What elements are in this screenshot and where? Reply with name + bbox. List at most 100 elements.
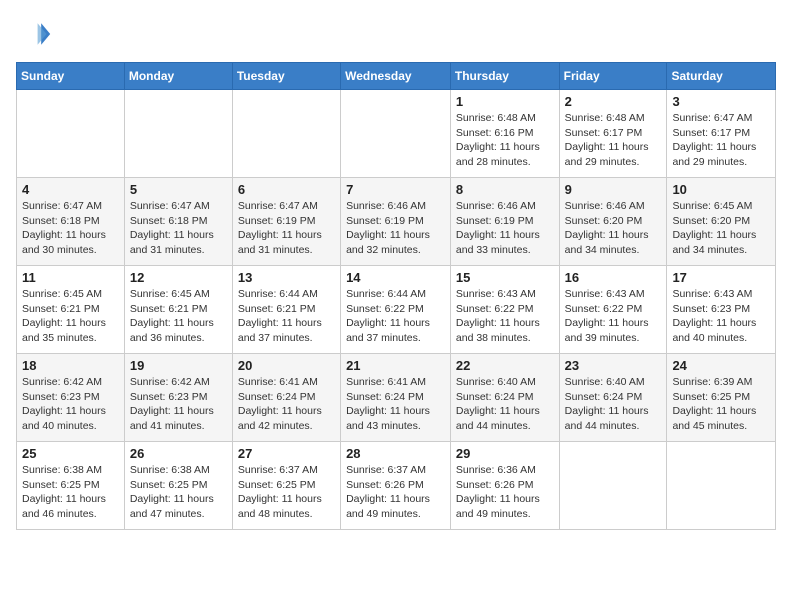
logo-icon bbox=[16, 16, 52, 52]
day-info: Sunrise: 6:45 AM Sunset: 6:21 PM Dayligh… bbox=[22, 287, 119, 346]
day-info: Sunrise: 6:46 AM Sunset: 6:20 PM Dayligh… bbox=[565, 199, 662, 258]
calendar-cell: 29 Sunrise: 6:36 AM Sunset: 6:26 PM Dayli… bbox=[450, 442, 559, 530]
weekday-header: Saturday bbox=[667, 63, 776, 90]
day-info: Sunrise: 6:45 AM Sunset: 6:21 PM Dayligh… bbox=[130, 287, 227, 346]
day-info: Sunrise: 6:37 AM Sunset: 6:25 PM Dayligh… bbox=[238, 463, 335, 522]
day-number: 29 bbox=[456, 446, 554, 461]
calendar-cell: 25 Sunrise: 6:38 AM Sunset: 6:25 PM Dayli… bbox=[17, 442, 125, 530]
calendar-cell: 23 Sunrise: 6:40 AM Sunset: 6:24 PM Dayli… bbox=[559, 354, 667, 442]
calendar-cell: 10 Sunrise: 6:45 AM Sunset: 6:20 PM Dayli… bbox=[667, 178, 776, 266]
day-number: 14 bbox=[346, 270, 445, 285]
calendar-table: SundayMondayTuesdayWednesdayThursdayFrid… bbox=[16, 62, 776, 530]
day-info: Sunrise: 6:46 AM Sunset: 6:19 PM Dayligh… bbox=[456, 199, 554, 258]
day-info: Sunrise: 6:42 AM Sunset: 6:23 PM Dayligh… bbox=[22, 375, 119, 434]
calendar-cell bbox=[559, 442, 667, 530]
calendar-cell: 6 Sunrise: 6:47 AM Sunset: 6:19 PM Daylig… bbox=[232, 178, 340, 266]
day-info: Sunrise: 6:38 AM Sunset: 6:25 PM Dayligh… bbox=[22, 463, 119, 522]
calendar-cell: 11 Sunrise: 6:45 AM Sunset: 6:21 PM Dayli… bbox=[17, 266, 125, 354]
day-number: 26 bbox=[130, 446, 227, 461]
logo bbox=[16, 16, 56, 52]
day-number: 16 bbox=[565, 270, 662, 285]
calendar-cell: 21 Sunrise: 6:41 AM Sunset: 6:24 PM Dayli… bbox=[341, 354, 451, 442]
day-info: Sunrise: 6:47 AM Sunset: 6:17 PM Dayligh… bbox=[672, 111, 770, 170]
day-number: 10 bbox=[672, 182, 770, 197]
day-info: Sunrise: 6:47 AM Sunset: 6:19 PM Dayligh… bbox=[238, 199, 335, 258]
day-info: Sunrise: 6:47 AM Sunset: 6:18 PM Dayligh… bbox=[130, 199, 227, 258]
day-info: Sunrise: 6:44 AM Sunset: 6:22 PM Dayligh… bbox=[346, 287, 445, 346]
day-info: Sunrise: 6:40 AM Sunset: 6:24 PM Dayligh… bbox=[565, 375, 662, 434]
calendar-week-row: 4 Sunrise: 6:47 AM Sunset: 6:18 PM Daylig… bbox=[17, 178, 776, 266]
day-number: 3 bbox=[672, 94, 770, 109]
day-number: 20 bbox=[238, 358, 335, 373]
page-header bbox=[16, 16, 776, 52]
day-number: 11 bbox=[22, 270, 119, 285]
day-number: 27 bbox=[238, 446, 335, 461]
calendar-cell: 22 Sunrise: 6:40 AM Sunset: 6:24 PM Dayli… bbox=[450, 354, 559, 442]
calendar-cell: 15 Sunrise: 6:43 AM Sunset: 6:22 PM Dayli… bbox=[450, 266, 559, 354]
day-number: 13 bbox=[238, 270, 335, 285]
day-info: Sunrise: 6:42 AM Sunset: 6:23 PM Dayligh… bbox=[130, 375, 227, 434]
day-info: Sunrise: 6:40 AM Sunset: 6:24 PM Dayligh… bbox=[456, 375, 554, 434]
weekday-header: Thursday bbox=[450, 63, 559, 90]
day-info: Sunrise: 6:46 AM Sunset: 6:19 PM Dayligh… bbox=[346, 199, 445, 258]
day-number: 9 bbox=[565, 182, 662, 197]
day-number: 24 bbox=[672, 358, 770, 373]
calendar-cell: 19 Sunrise: 6:42 AM Sunset: 6:23 PM Dayli… bbox=[124, 354, 232, 442]
day-number: 22 bbox=[456, 358, 554, 373]
weekday-header: Friday bbox=[559, 63, 667, 90]
day-info: Sunrise: 6:44 AM Sunset: 6:21 PM Dayligh… bbox=[238, 287, 335, 346]
day-number: 23 bbox=[565, 358, 662, 373]
day-number: 17 bbox=[672, 270, 770, 285]
calendar-week-row: 1Sunrise: 6:48 AM Sunset: 6:16 PM Daylig… bbox=[17, 90, 776, 178]
day-info: Sunrise: 6:47 AM Sunset: 6:18 PM Dayligh… bbox=[22, 199, 119, 258]
calendar-cell: 16 Sunrise: 6:43 AM Sunset: 6:22 PM Dayli… bbox=[559, 266, 667, 354]
calendar-cell: 1Sunrise: 6:48 AM Sunset: 6:16 PM Daylig… bbox=[450, 90, 559, 178]
day-info: Sunrise: 6:41 AM Sunset: 6:24 PM Dayligh… bbox=[238, 375, 335, 434]
day-info: Sunrise: 6:48 AM Sunset: 6:16 PM Dayligh… bbox=[456, 111, 554, 170]
calendar-cell: 13 Sunrise: 6:44 AM Sunset: 6:21 PM Dayli… bbox=[232, 266, 340, 354]
calendar-cell: 3 Sunrise: 6:47 AM Sunset: 6:17 PM Daylig… bbox=[667, 90, 776, 178]
calendar-cell bbox=[124, 90, 232, 178]
calendar-cell: 4 Sunrise: 6:47 AM Sunset: 6:18 PM Daylig… bbox=[17, 178, 125, 266]
calendar-cell bbox=[667, 442, 776, 530]
day-number: 19 bbox=[130, 358, 227, 373]
calendar-week-row: 18 Sunrise: 6:42 AM Sunset: 6:23 PM Dayli… bbox=[17, 354, 776, 442]
day-number: 18 bbox=[22, 358, 119, 373]
day-number: 7 bbox=[346, 182, 445, 197]
day-info: Sunrise: 6:37 AM Sunset: 6:26 PM Dayligh… bbox=[346, 463, 445, 522]
calendar-cell: 5Sunrise: 6:47 AM Sunset: 6:18 PM Daylig… bbox=[124, 178, 232, 266]
calendar-cell: 8Sunrise: 6:46 AM Sunset: 6:19 PM Daylig… bbox=[450, 178, 559, 266]
weekday-header: Monday bbox=[124, 63, 232, 90]
calendar-cell: 26 Sunrise: 6:38 AM Sunset: 6:25 PM Dayli… bbox=[124, 442, 232, 530]
day-number: 12 bbox=[130, 270, 227, 285]
day-number: 21 bbox=[346, 358, 445, 373]
calendar-cell: 28 Sunrise: 6:37 AM Sunset: 6:26 PM Dayli… bbox=[341, 442, 451, 530]
calendar-cell: 27 Sunrise: 6:37 AM Sunset: 6:25 PM Dayli… bbox=[232, 442, 340, 530]
day-info: Sunrise: 6:38 AM Sunset: 6:25 PM Dayligh… bbox=[130, 463, 227, 522]
day-info: Sunrise: 6:39 AM Sunset: 6:25 PM Dayligh… bbox=[672, 375, 770, 434]
day-number: 6 bbox=[238, 182, 335, 197]
calendar-week-row: 25 Sunrise: 6:38 AM Sunset: 6:25 PM Dayli… bbox=[17, 442, 776, 530]
day-info: Sunrise: 6:45 AM Sunset: 6:20 PM Dayligh… bbox=[672, 199, 770, 258]
calendar-cell: 20 Sunrise: 6:41 AM Sunset: 6:24 PM Dayli… bbox=[232, 354, 340, 442]
day-info: Sunrise: 6:43 AM Sunset: 6:22 PM Dayligh… bbox=[565, 287, 662, 346]
calendar-week-row: 11 Sunrise: 6:45 AM Sunset: 6:21 PM Dayli… bbox=[17, 266, 776, 354]
day-number: 4 bbox=[22, 182, 119, 197]
calendar-cell bbox=[17, 90, 125, 178]
calendar-cell: 7 Sunrise: 6:46 AM Sunset: 6:19 PM Daylig… bbox=[341, 178, 451, 266]
calendar-header-row: SundayMondayTuesdayWednesdayThursdayFrid… bbox=[17, 63, 776, 90]
day-info: Sunrise: 6:43 AM Sunset: 6:23 PM Dayligh… bbox=[672, 287, 770, 346]
calendar-cell: 9 Sunrise: 6:46 AM Sunset: 6:20 PM Daylig… bbox=[559, 178, 667, 266]
day-number: 28 bbox=[346, 446, 445, 461]
day-number: 2 bbox=[565, 94, 662, 109]
day-number: 15 bbox=[456, 270, 554, 285]
day-info: Sunrise: 6:48 AM Sunset: 6:17 PM Dayligh… bbox=[565, 111, 662, 170]
day-info: Sunrise: 6:41 AM Sunset: 6:24 PM Dayligh… bbox=[346, 375, 445, 434]
calendar-cell: 18 Sunrise: 6:42 AM Sunset: 6:23 PM Dayli… bbox=[17, 354, 125, 442]
calendar-cell: 14 Sunrise: 6:44 AM Sunset: 6:22 PM Dayli… bbox=[341, 266, 451, 354]
day-number: 25 bbox=[22, 446, 119, 461]
weekday-header: Wednesday bbox=[341, 63, 451, 90]
day-info: Sunrise: 6:36 AM Sunset: 6:26 PM Dayligh… bbox=[456, 463, 554, 522]
day-info: Sunrise: 6:43 AM Sunset: 6:22 PM Dayligh… bbox=[456, 287, 554, 346]
calendar-cell: 17 Sunrise: 6:43 AM Sunset: 6:23 PM Dayli… bbox=[667, 266, 776, 354]
